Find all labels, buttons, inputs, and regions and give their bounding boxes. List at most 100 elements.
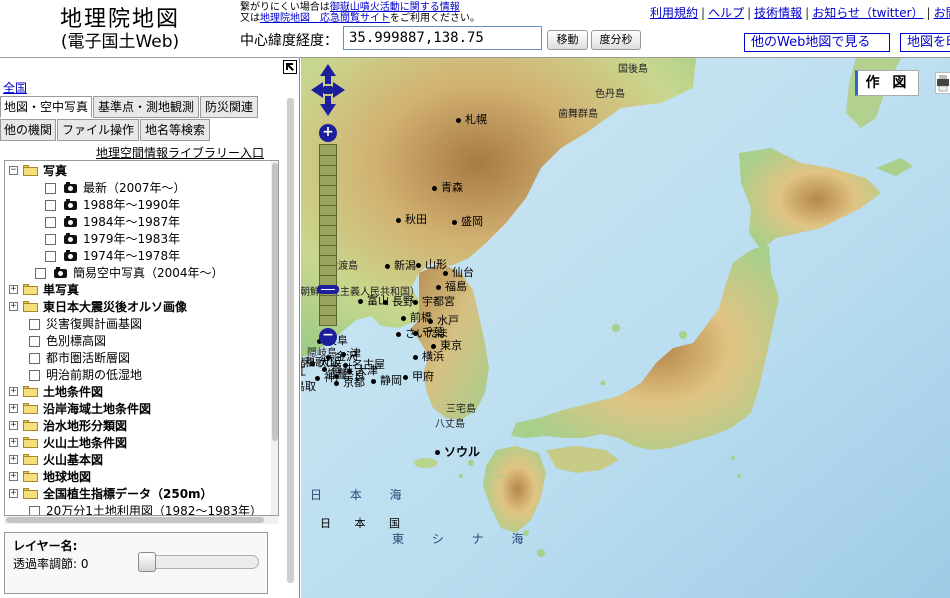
zoom-tick xyxy=(320,315,336,316)
other-web-map-button[interactable]: 他のWeb地図で見る xyxy=(744,33,890,52)
layer-checkbox[interactable] xyxy=(29,506,40,515)
notice-line-1: 繋がりにくい場合は御嶽山噴火活動に関する情報 xyxy=(240,2,480,13)
library-entrance-link[interactable]: 地理空間情報ライブラリー入口 xyxy=(96,144,264,161)
map-label-city: 新潟 xyxy=(394,259,416,272)
contact-link[interactable]: お問合せ xyxy=(934,6,950,20)
layer-checkbox[interactable] xyxy=(45,217,56,228)
expand-icon[interactable]: + xyxy=(9,404,18,413)
coordinate-label: 中心緯度経度： xyxy=(240,33,338,49)
map-label-island: 歯舞群島 xyxy=(558,109,598,120)
expand-icon[interactable]: + xyxy=(9,421,18,430)
tab-disaster[interactable]: 防災関連 xyxy=(200,96,258,118)
tab-place-search[interactable]: 地名等検索 xyxy=(140,119,210,141)
layer-checkbox[interactable] xyxy=(45,183,56,194)
emergency-site-link[interactable]: 地理院地図 応急閲覧サイト xyxy=(260,13,390,24)
city-marker-icon xyxy=(416,263,421,268)
layer-tree-horizontal-scrollbar[interactable] xyxy=(4,516,279,524)
expand-icon[interactable]: + xyxy=(9,302,18,311)
city-marker-icon xyxy=(456,118,461,123)
dms-button[interactable]: 度分秒 xyxy=(591,30,641,50)
tree-item-label: 1988年～1990年 xyxy=(83,198,181,212)
layer-checkbox[interactable] xyxy=(29,336,40,347)
pan-control[interactable] xyxy=(311,64,345,116)
map-label-city: 静岡 xyxy=(380,374,402,387)
city-marker-icon xyxy=(431,344,436,349)
expand-icon[interactable]: + xyxy=(9,472,18,481)
zoom-tick xyxy=(320,275,336,276)
drawing-tool-button[interactable]: 作 図 xyxy=(855,70,919,96)
map-label-sea: 東 シ ナ 海 xyxy=(392,532,536,546)
city-marker-icon xyxy=(413,331,418,336)
tree-item-label: 都市圏活断層図 xyxy=(46,351,131,365)
tab-map-photo[interactable]: 地図・空中写真 xyxy=(0,96,92,118)
tab-file-operations[interactable]: ファイル操作 xyxy=(57,119,139,141)
expand-icon[interactable]: + xyxy=(9,489,18,498)
zoom-slider[interactable] xyxy=(317,144,339,326)
tree-item-label: 火山基本図 xyxy=(43,453,104,467)
folder-icon xyxy=(23,386,38,397)
map-label-city: 横浜 xyxy=(422,350,444,363)
map-label-city: 甲府 xyxy=(412,370,434,383)
tree-item-label: 治水地形分類図 xyxy=(43,419,128,433)
opacity-slider-knob[interactable] xyxy=(138,552,156,572)
help-link[interactable]: ヘルプ xyxy=(708,6,744,20)
logo-title: 地理院地図 xyxy=(59,7,180,32)
city-marker-icon xyxy=(435,450,440,455)
layer-checkbox[interactable] xyxy=(29,370,40,381)
layer-checkbox[interactable] xyxy=(45,251,56,262)
ontake-info-link[interactable]: 御嶽山噴火活動に関する情報 xyxy=(330,2,460,13)
expand-icon[interactable]: + xyxy=(9,438,18,447)
expand-icon[interactable]: + xyxy=(9,455,18,464)
scrollbar-thumb[interactable] xyxy=(272,163,278,441)
camera-icon xyxy=(64,250,77,261)
camera-icon xyxy=(64,233,77,244)
tree-item-label: 土地条件図 xyxy=(43,385,104,399)
tab-control-points[interactable]: 基準点・測地観測 xyxy=(93,96,199,118)
folder-icon xyxy=(23,454,38,465)
camera-icon xyxy=(64,182,77,193)
tree-item-label: 1974年～1978年 xyxy=(83,249,181,263)
notice-suffix: をご利用ください。 xyxy=(390,13,480,24)
tree-item-label: 最新（2007年～） xyxy=(83,181,186,195)
tech-info-link[interactable]: 技術情報 xyxy=(754,6,802,20)
map-label-island: 八丈島 xyxy=(435,419,465,430)
scrollbar-thumb[interactable] xyxy=(6,517,264,523)
panel-vertical-scrollbar[interactable] xyxy=(286,98,295,583)
layer-checkbox[interactable] xyxy=(29,319,40,330)
terms-link[interactable]: 利用規約 xyxy=(650,6,698,20)
zoom-slider-knob[interactable] xyxy=(317,285,339,294)
zoom-tick xyxy=(320,305,336,306)
layer-tree-vertical-scrollbar[interactable] xyxy=(271,161,278,515)
move-button[interactable]: 移動 xyxy=(547,30,588,50)
map-view[interactable]: 礼文島国後島色丹島歯舞群島札幌青森秋田盛岡山形仙台福島新潟佐渡島富山長野前橋宇都… xyxy=(301,58,950,598)
zoom-tick xyxy=(320,215,336,216)
top-links: 利用規約|ヘルプ|技術情報|お知らせ（twitter）|お問合せ xyxy=(650,4,950,21)
breadcrumb[interactable]: 全国 xyxy=(3,79,27,96)
city-marker-icon xyxy=(396,332,401,337)
folder-icon xyxy=(23,437,38,448)
expand-icon[interactable]: + xyxy=(9,387,18,396)
coordinate-input[interactable] xyxy=(343,26,542,50)
layer-checkbox[interactable] xyxy=(45,234,56,245)
collapse-panel-icon[interactable] xyxy=(283,60,297,74)
layer-checkbox[interactable] xyxy=(45,200,56,211)
zoom-in-button[interactable]: + xyxy=(319,124,337,142)
layer-checkbox[interactable] xyxy=(29,353,40,364)
city-marker-icon xyxy=(383,300,388,305)
zoom-out-button[interactable]: − xyxy=(319,328,337,346)
twitter-news-link[interactable]: お知らせ（twitter） xyxy=(812,6,923,20)
layer-checkbox[interactable] xyxy=(35,268,46,279)
collapse-icon[interactable]: − xyxy=(9,166,18,175)
print-map-button[interactable]: 地図を印刷 xyxy=(900,33,950,52)
tab-other-agencies[interactable]: 他の機関 xyxy=(0,119,56,141)
opacity-slider[interactable] xyxy=(138,552,259,572)
site-logo[interactable]: 地理院地図 (電子国土Web) xyxy=(40,7,200,53)
city-marker-icon xyxy=(413,300,418,305)
city-marker-icon xyxy=(371,379,376,384)
map-label-city: 山形 xyxy=(425,258,447,271)
scrollbar-thumb[interactable] xyxy=(287,98,294,583)
printer-icon[interactable] xyxy=(935,72,950,94)
expand-icon[interactable]: + xyxy=(9,285,18,294)
map-label-city: 鳥取 xyxy=(301,380,316,393)
city-marker-icon xyxy=(428,319,433,324)
